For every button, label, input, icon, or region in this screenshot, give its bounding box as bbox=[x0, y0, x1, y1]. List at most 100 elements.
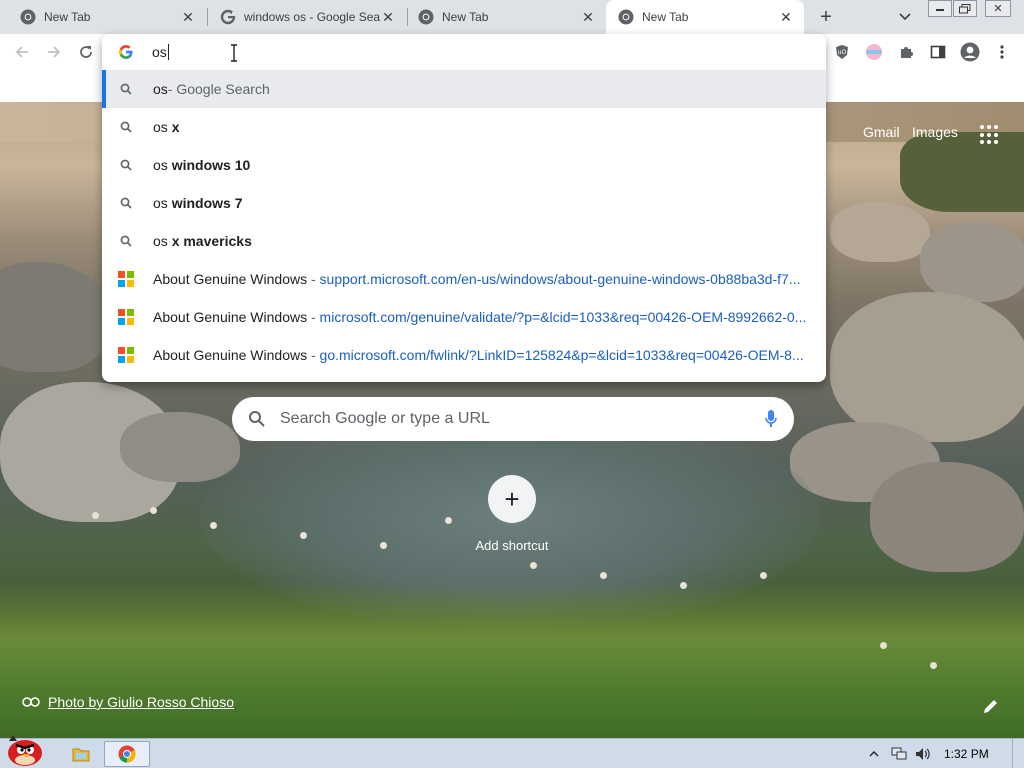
suggestion-history-3[interactable]: About Genuine Windows - go.microsoft.com… bbox=[102, 336, 826, 374]
show-hidden-icons-chevron-icon[interactable] bbox=[866, 741, 882, 767]
microphone-icon[interactable] bbox=[764, 409, 778, 429]
flower bbox=[680, 582, 687, 589]
taskbar-clock[interactable]: 1:32 PM bbox=[944, 747, 989, 761]
suggestion-url: support.microsoft.com/en-us/windows/abou… bbox=[319, 271, 801, 287]
file-explorer-icon[interactable] bbox=[68, 741, 94, 767]
chrome-icon bbox=[20, 9, 36, 25]
rock bbox=[0, 262, 110, 372]
close-tab-icon[interactable]: ✕ bbox=[180, 9, 196, 25]
show-desktop-button[interactable] bbox=[1012, 739, 1024, 768]
search-icon bbox=[118, 233, 134, 249]
close-tab-icon[interactable]: ✕ bbox=[778, 9, 794, 25]
back-button[interactable] bbox=[8, 38, 36, 66]
flower bbox=[600, 572, 607, 579]
svg-text:uO: uO bbox=[838, 49, 847, 56]
suggestion-sep: - bbox=[307, 309, 320, 325]
chrome-icon bbox=[418, 9, 434, 25]
suggestion-url: go.microsoft.com/fwlink/?LinkID=125824&p… bbox=[319, 347, 804, 363]
google-g-icon bbox=[119, 45, 133, 59]
chrome-taskbar-button[interactable] bbox=[104, 741, 150, 767]
suggestion-sep: - bbox=[307, 347, 320, 363]
text-caret bbox=[167, 44, 169, 60]
suggestion-history-2[interactable]: About Genuine Windows - microsoft.com/ge… bbox=[102, 298, 826, 336]
suggestion-title: About Genuine Windows bbox=[153, 309, 308, 325]
reload-button[interactable] bbox=[72, 38, 100, 66]
link-icon bbox=[22, 697, 40, 707]
omnibox-dropdown: os os - Google Search os x os windows 10… bbox=[102, 34, 826, 382]
suggestion-text: os bbox=[153, 233, 172, 249]
suggestion-bold: x bbox=[171, 119, 180, 135]
forward-button[interactable] bbox=[40, 38, 68, 66]
menu-kebab-icon[interactable] bbox=[990, 40, 1014, 64]
profile-avatar-icon[interactable] bbox=[958, 40, 982, 64]
flower bbox=[92, 512, 99, 519]
extensions-puzzle-icon[interactable] bbox=[894, 40, 918, 64]
microsoft-logo-icon bbox=[118, 309, 134, 325]
search-icon bbox=[118, 195, 134, 211]
flower bbox=[210, 522, 217, 529]
suggestion-os-x-mavericks[interactable]: os x mavericks bbox=[102, 222, 826, 260]
tab-title: New Tab bbox=[44, 10, 91, 24]
suggestion-text: os bbox=[153, 119, 172, 135]
tab-new-tab-1[interactable]: New Tab ✕ bbox=[0, 0, 206, 34]
chrome-icon bbox=[618, 9, 634, 25]
search-icon bbox=[118, 157, 134, 173]
suggestion-suffix: - Google Search bbox=[167, 81, 270, 97]
gmail-link[interactable]: Gmail bbox=[863, 124, 900, 140]
suggestion-os-windows-7[interactable]: os windows 7 bbox=[102, 184, 826, 222]
ublock-extension-icon[interactable]: uO bbox=[830, 40, 854, 64]
suggestion-title: About Genuine Windows bbox=[153, 347, 308, 363]
close-tab-icon[interactable]: ✕ bbox=[380, 9, 396, 25]
text-cursor-ibeam-icon bbox=[231, 44, 237, 62]
back-arrow-icon bbox=[15, 46, 28, 58]
tab-new-tab-2[interactable]: New Tab ✕ bbox=[408, 0, 606, 34]
flower bbox=[380, 542, 387, 549]
grass bbox=[0, 582, 1024, 738]
tab-search-chevron-icon[interactable] bbox=[893, 6, 917, 28]
rock bbox=[830, 292, 1024, 442]
minimize-button[interactable] bbox=[928, 0, 952, 17]
rock bbox=[920, 222, 1024, 302]
search-icon bbox=[118, 119, 134, 135]
close-tab-icon[interactable]: ✕ bbox=[580, 9, 596, 25]
suggestion-bold: windows 7 bbox=[171, 195, 243, 211]
suggestion-history-1[interactable]: About Genuine Windows - support.microsof… bbox=[102, 260, 826, 298]
new-tab-button[interactable]: + bbox=[814, 5, 838, 29]
side-panel-icon[interactable] bbox=[926, 40, 950, 64]
address-bar-text: os bbox=[152, 44, 167, 60]
volume-icon[interactable] bbox=[912, 741, 934, 767]
rock bbox=[830, 202, 930, 262]
tab-new-tab-active[interactable]: New Tab ✕ bbox=[606, 0, 804, 34]
suggestion-google-search[interactable]: os - Google Search bbox=[102, 70, 826, 108]
start-button-angry-bird-icon[interactable] bbox=[2, 733, 50, 767]
suggestion-title: About Genuine Windows bbox=[153, 271, 308, 287]
close-window-button[interactable]: ✕ bbox=[985, 0, 1011, 17]
suggestion-text: os bbox=[153, 195, 172, 211]
suggestion-os-windows-10[interactable]: os windows 10 bbox=[102, 146, 826, 184]
tab-title: New Tab bbox=[642, 10, 689, 24]
address-bar[interactable]: os bbox=[102, 34, 826, 70]
suggestion-os-x[interactable]: os x bbox=[102, 108, 826, 146]
add-shortcut-button[interactable]: + bbox=[488, 475, 536, 523]
images-link[interactable]: Images bbox=[912, 124, 958, 140]
suggestion-sep: - bbox=[307, 271, 320, 287]
network-icon[interactable] bbox=[888, 741, 910, 767]
google-apps-grid-icon[interactable] bbox=[980, 125, 1000, 145]
restore-button[interactable] bbox=[953, 0, 977, 17]
search-icon bbox=[118, 81, 134, 97]
ntp-search-box[interactable]: Search Google or type a URL bbox=[232, 397, 794, 441]
forward-arrow-icon bbox=[48, 46, 61, 58]
suggestion-url: microsoft.com/genuine/validate/?p=&lcid=… bbox=[319, 309, 807, 325]
google-icon bbox=[220, 9, 236, 25]
extension-profile-icon[interactable] bbox=[862, 40, 886, 64]
tab-strip: New Tab ✕ windows os - Google Sea ✕ New … bbox=[0, 0, 1024, 34]
suggestion-text: os bbox=[153, 81, 168, 97]
tab-windows-os-search[interactable]: windows os - Google Sea ✕ bbox=[208, 0, 406, 34]
photo-credit-link[interactable]: Photo by Giulio Rosso Chioso bbox=[22, 694, 234, 710]
chrome-icon bbox=[118, 745, 136, 763]
customize-pencil-icon[interactable] bbox=[982, 697, 1000, 715]
photo-credit-text: Photo by Giulio Rosso Chioso bbox=[48, 694, 234, 710]
flower bbox=[300, 532, 307, 539]
flower bbox=[930, 662, 937, 669]
suggestion-text: os bbox=[153, 157, 172, 173]
